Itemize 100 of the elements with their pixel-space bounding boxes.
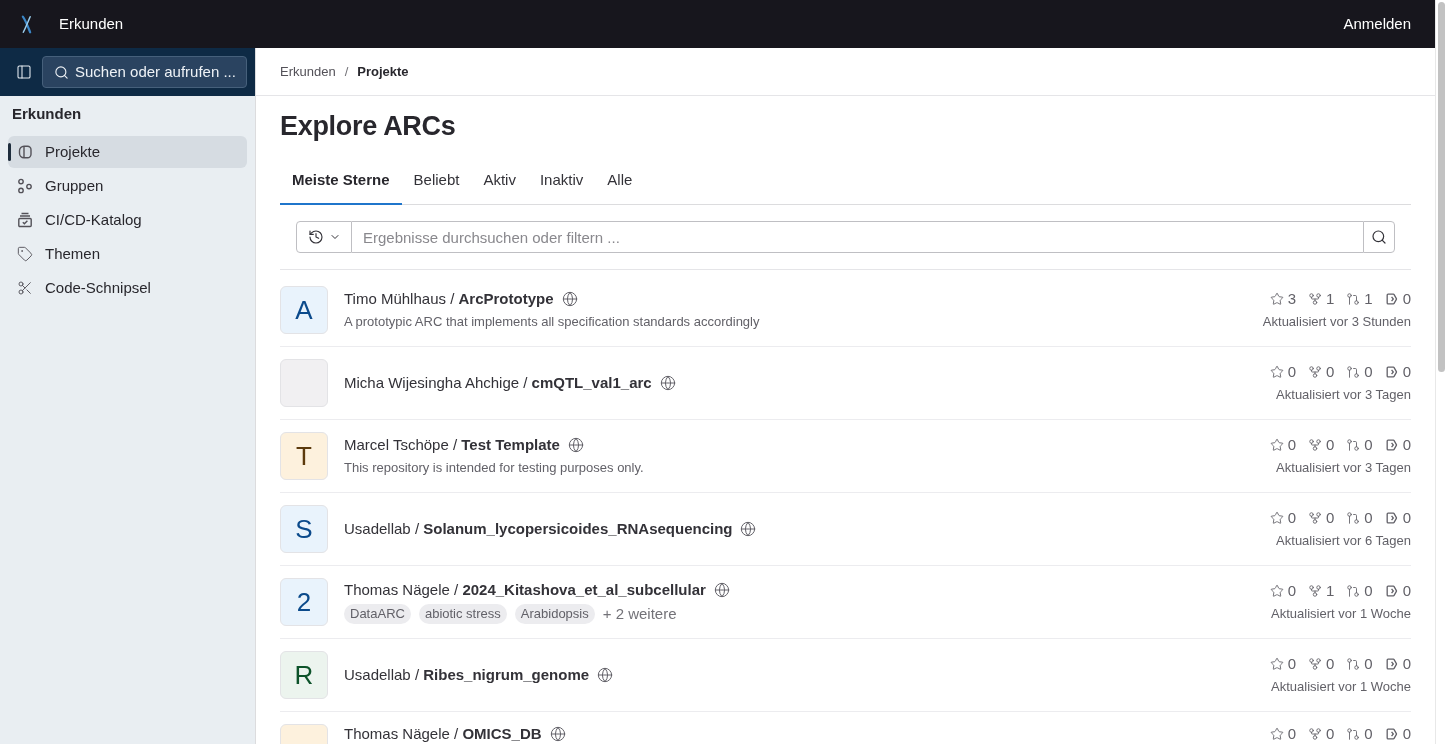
stars-link[interactable]: 0 (1269, 580, 1296, 601)
project-title-link[interactable]: Thomas Nägele / 2024_Kitashova_et_al_subcellular (344, 579, 706, 600)
forks-link[interactable]: 0 (1307, 434, 1335, 455)
top-bar-title[interactable]: Erkunden (59, 12, 124, 36)
scissors-icon (17, 280, 33, 296)
stars-link[interactable]: 0 (1269, 434, 1296, 455)
more-topics-link[interactable]: + 2 weitere (602, 603, 677, 624)
tab[interactable]: Meiste Sterne (280, 157, 402, 205)
sign-in-link[interactable]: Anmelden (1343, 12, 1411, 36)
merge-requests-link[interactable]: 0 (1346, 361, 1373, 382)
sidebar-item[interactable]: Themen (8, 238, 247, 270)
updated-time: Aktualisiert vor 1 Woche (1271, 677, 1411, 696)
fork-icon (1307, 727, 1322, 741)
stars-link[interactable]: 0 (1269, 361, 1296, 382)
project-description: This repository is intended for testing purposes only. (344, 458, 645, 477)
issue-icon (1384, 364, 1399, 379)
sidebar-item[interactable]: Projekte (8, 136, 247, 168)
fork-icon (1307, 291, 1322, 306)
merge-request-icon (1346, 437, 1361, 452)
forks-link[interactable]: 0 (1307, 507, 1335, 528)
search-button[interactable]: Suchen oder aufrufen ... (42, 56, 247, 88)
issue-icon (1384, 583, 1399, 598)
search-history-button[interactable] (296, 221, 352, 253)
avatar[interactable]: S (280, 505, 328, 553)
tab[interactable]: Inaktiv (527, 157, 596, 205)
issues-link[interactable]: 0 (1384, 724, 1411, 744)
updated-time: Aktualisiert vor 3 Tagen (1276, 458, 1411, 477)
forks-link[interactable]: 0 (1307, 653, 1335, 674)
tab[interactable]: Alle (595, 157, 645, 205)
star-icon (1269, 291, 1284, 306)
merge-request-icon (1346, 727, 1361, 741)
merge-request-icon (1346, 291, 1361, 306)
stars-link[interactable]: 0 (1269, 507, 1296, 528)
project-title-link[interactable]: Usadellab / Ribes_nigrum_genome (344, 665, 590, 685)
stars-link[interactable]: 0 (1269, 653, 1296, 674)
forks-link[interactable]: 1 (1307, 288, 1335, 309)
search-icon (54, 64, 69, 80)
star-icon (1269, 364, 1284, 379)
project-title-link[interactable]: Usadellab / Solanum_lycopersicoides_RNAsequencing (344, 519, 733, 539)
issue-icon (1384, 510, 1399, 525)
sidebar-item[interactable]: Gruppen (8, 170, 247, 202)
forks-link[interactable]: 0 (1307, 361, 1335, 382)
issues-link[interactable]: 0 (1384, 434, 1411, 455)
merge-requests-link[interactable]: 0 (1346, 653, 1373, 674)
avatar[interactable]: R (280, 651, 328, 699)
issues-link[interactable]: 0 (1384, 361, 1411, 382)
tab[interactable]: Beliebt (401, 157, 472, 205)
breadcrumb-current[interactable]: Projekte (357, 61, 409, 82)
topic-tag[interactable]: abiotic stress (418, 603, 507, 624)
sidebar-item[interactable]: CI/CD-Katalog (8, 204, 247, 236)
project-title-link[interactable]: Marcel Tschöpe / Test Template (344, 434, 560, 455)
star-icon (1269, 437, 1284, 452)
tag-icon (17, 246, 33, 262)
avatar[interactable]: 2 (280, 578, 328, 626)
sidebar-item[interactable]: Code-Schnipsel (8, 272, 247, 304)
sidebar-toggle-button[interactable] (16, 64, 32, 80)
breadcrumb-link[interactable]: Erkunden (280, 61, 336, 82)
merge-requests-link[interactable]: 0 (1346, 434, 1373, 455)
search-submit-button[interactable] (1363, 221, 1395, 253)
merge-requests-link[interactable]: 1 (1346, 288, 1373, 309)
avatar[interactable]: T (280, 432, 328, 480)
breadcrumb-separator: / (344, 62, 349, 81)
issues-link[interactable]: 0 (1384, 653, 1411, 674)
topic-tag[interactable]: Arabidopsis (514, 603, 595, 624)
stars-link[interactable]: 3 (1269, 288, 1296, 309)
project-title-link[interactable]: Timo Mühlhaus / ArcPrototype (344, 288, 554, 309)
checked-box-icon (17, 212, 33, 228)
star-icon (1269, 583, 1284, 598)
circles-icon (17, 178, 33, 194)
star-icon (1269, 656, 1284, 671)
forks-link[interactable]: 1 (1307, 580, 1335, 601)
forks-link[interactable]: 0 (1307, 724, 1335, 744)
updated-time: Aktualisiert vor 3 Tagen (1276, 385, 1411, 404)
fork-icon (1307, 437, 1322, 452)
filter-search-field[interactable]: Ergebnisse durchsuchen oder filtern ... (352, 221, 1363, 253)
sidebar-heading: Erkunden (11, 104, 83, 124)
scrollbar[interactable] (1435, 0, 1448, 744)
issue-icon (1384, 291, 1399, 306)
sidebar-icon (16, 64, 32, 80)
scrollbar-thumb[interactable] (1438, 2, 1445, 372)
merge-request-icon (1346, 583, 1361, 598)
stars-link[interactable]: 0 (1269, 724, 1296, 744)
merge-requests-link[interactable]: 0 (1346, 507, 1373, 528)
star-icon (1269, 727, 1284, 741)
merge-request-icon (1346, 656, 1361, 671)
merge-requests-link[interactable]: 0 (1346, 724, 1373, 744)
logo-icon[interactable] (21, 14, 32, 34)
issues-link[interactable]: 0 (1384, 507, 1411, 528)
issue-icon (1384, 656, 1399, 671)
topic-tag[interactable]: DataARC (344, 603, 411, 624)
merge-requests-link[interactable]: 0 (1346, 580, 1373, 601)
fork-icon (1307, 364, 1322, 379)
fork-icon (1307, 510, 1322, 525)
avatar[interactable]: A (280, 286, 328, 334)
project-title-link[interactable]: Thomas Nägele / OMICS_DB (344, 724, 542, 744)
project-title-link[interactable]: Micha Wijesingha Ahchige / cmQTL_val1_arc (344, 373, 652, 393)
issues-link[interactable]: 0 (1384, 580, 1411, 601)
history-icon (307, 229, 324, 245)
issues-link[interactable]: 0 (1384, 288, 1411, 309)
tab[interactable]: Aktiv (471, 157, 528, 205)
